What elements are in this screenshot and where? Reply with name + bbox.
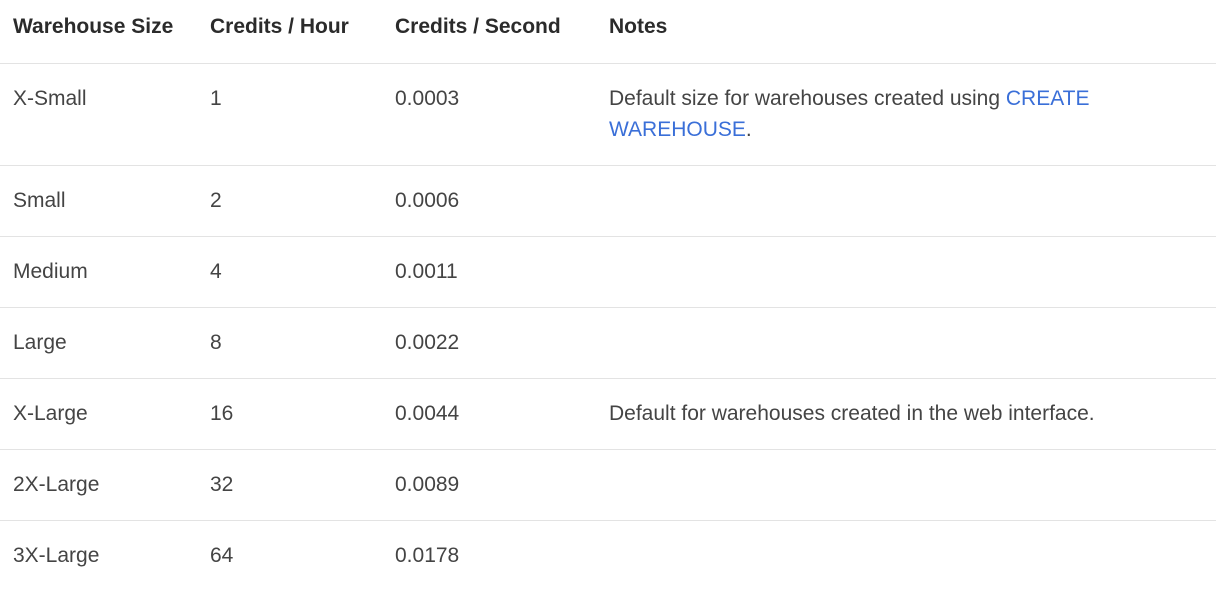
- table-header-row: Warehouse Size Credits / Hour Credits / …: [0, 0, 1216, 64]
- cell-credits-hour: 2: [210, 189, 222, 212]
- table-row: X-Large 16 0.0044 Default for warehouses…: [0, 378, 1216, 450]
- cell-credits-second: 0.0022: [395, 331, 460, 354]
- cell-notes: [609, 521, 1216, 582]
- table-row: X-Small 1 0.0003 Default size for wareho…: [0, 63, 1216, 166]
- cell-credits-second: 0.0178: [395, 544, 460, 567]
- cell-credits-second: 0.0089: [395, 473, 460, 496]
- cell-notes: [609, 308, 1216, 379]
- cell-credits-hour: 16: [210, 402, 234, 425]
- cell-size: X-Small: [13, 87, 87, 110]
- cell-credits-hour: 64: [210, 544, 234, 567]
- cell-credits-hour: 8: [210, 331, 222, 354]
- cell-credits-second: 0.0003: [395, 87, 460, 110]
- cell-size: Small: [13, 189, 66, 212]
- cell-credits-hour: 1: [210, 87, 222, 110]
- cell-notes: Default for warehouses created in the we…: [609, 402, 1095, 425]
- table-row: Small 2 0.0006: [0, 165, 1216, 237]
- warehouse-size-table: Warehouse Size Credits / Hour Credits / …: [0, 0, 1216, 581]
- header-warehouse-size: Warehouse Size: [13, 15, 174, 38]
- cell-size: 3X-Large: [13, 544, 100, 567]
- cell-size: 2X-Large: [13, 473, 100, 496]
- cell-notes: [609, 237, 1216, 308]
- cell-credits-hour: 4: [210, 260, 222, 283]
- header-notes: Notes: [609, 15, 668, 38]
- cell-credits-second: 0.0011: [395, 260, 458, 283]
- table-row: Large 8 0.0022: [0, 307, 1216, 379]
- header-credits-hour: Credits / Hour: [210, 15, 349, 38]
- header-credits-second: Credits / Second: [395, 15, 561, 38]
- cell-credits-second: 0.0006: [395, 189, 460, 212]
- cell-notes: Default size for warehouses created usin…: [609, 64, 1216, 166]
- cell-size: X-Large: [13, 402, 88, 425]
- notes-text: Default size for warehouses created usin…: [609, 87, 1006, 110]
- cell-size: Large: [13, 331, 67, 354]
- notes-text-end: .: [745, 118, 752, 141]
- table-row: Medium 4 0.0011: [0, 236, 1216, 308]
- cell-size: Medium: [13, 260, 88, 283]
- table-row: 3X-Large 64 0.0178: [0, 520, 1216, 582]
- cell-credits-hour: 32: [210, 473, 234, 496]
- cell-credits-second: 0.0044: [395, 402, 460, 425]
- cell-notes: [609, 166, 1216, 237]
- table-row: 2X-Large 32 0.0089: [0, 449, 1216, 521]
- cell-notes: [609, 450, 1216, 521]
